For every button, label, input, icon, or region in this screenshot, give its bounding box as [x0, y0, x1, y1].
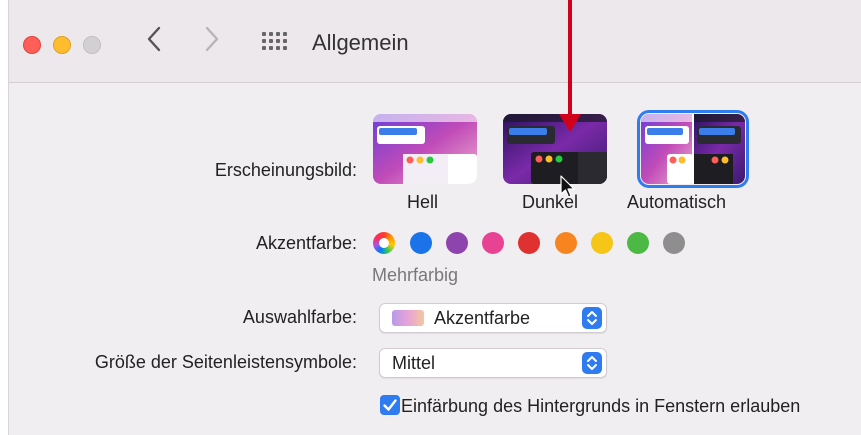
- accent-color-label: Akzentfarbe:: [255, 233, 357, 253]
- sidebar-icon-size-value: Mittel: [392, 353, 436, 373]
- appearance-auto-label: Automatisch: [627, 192, 727, 212]
- dark-appearance-preview-icon: [503, 114, 607, 184]
- wallpaper-tinting-label: Einfärbung des Hintergrunds in Fenstern …: [401, 396, 801, 416]
- highlight-swatch-icon: [392, 310, 424, 326]
- accent-blue-swatch[interactable]: [410, 232, 432, 254]
- chevron-left-icon: [147, 26, 161, 52]
- chevron-right-icon: [205, 26, 219, 52]
- accent-multicolor-swatch[interactable]: [373, 232, 395, 254]
- highlight-color-label: Auswahlfarbe:: [242, 307, 357, 327]
- annotation-arrow-line: [568, 0, 572, 118]
- auto-appearance-preview-icon: [641, 114, 745, 184]
- appearance-light-label: Hell: [407, 192, 439, 212]
- chevron-updown-icon: [582, 307, 602, 329]
- appearance-light-option[interactable]: [373, 114, 477, 184]
- accent-orange-swatch[interactable]: [555, 232, 577, 254]
- appearance-dark-option[interactable]: [503, 114, 607, 184]
- window-title: Allgemein: [312, 30, 409, 55]
- chevron-updown-icon: [582, 352, 602, 374]
- title-bar: Allgemein: [9, 0, 861, 83]
- close-button[interactable]: [23, 36, 41, 54]
- forward-button[interactable]: [205, 26, 219, 58]
- zoom-button[interactable]: [83, 36, 101, 54]
- wallpaper-tinting-checkbox[interactable]: [380, 395, 400, 415]
- back-button[interactable]: [147, 26, 161, 58]
- accent-graphite-swatch[interactable]: [663, 232, 685, 254]
- accent-red-swatch[interactable]: [518, 232, 540, 254]
- accent-purple-swatch[interactable]: [446, 232, 468, 254]
- checkmark-icon: [383, 399, 397, 411]
- accent-green-swatch[interactable]: [627, 232, 649, 254]
- sidebar-icon-size-label: Größe der Seitenleistensymbole:: [94, 352, 357, 372]
- sidebar-icon-size-select[interactable]: Mittel: [379, 348, 607, 378]
- highlight-color-value: Akzentfarbe: [434, 308, 531, 328]
- appearance-label: Erscheinungsbild:: [214, 160, 357, 180]
- system-preferences-window: Allgemein Erscheinungsbild: Hell Dunkel …: [8, 0, 861, 435]
- show-all-grid-icon[interactable]: [262, 32, 288, 54]
- highlight-color-select[interactable]: Akzentfarbe: [379, 303, 607, 333]
- accent-yellow-swatch[interactable]: [591, 232, 613, 254]
- accent-selected-caption: Mehrfarbig: [372, 265, 459, 285]
- appearance-auto-option[interactable]: [637, 110, 749, 188]
- mouse-pointer-icon: [560, 175, 575, 198]
- light-appearance-preview-icon: [373, 114, 477, 184]
- accent-pink-swatch[interactable]: [482, 232, 504, 254]
- annotation-arrow-head: [559, 114, 581, 132]
- minimize-button[interactable]: [53, 36, 71, 54]
